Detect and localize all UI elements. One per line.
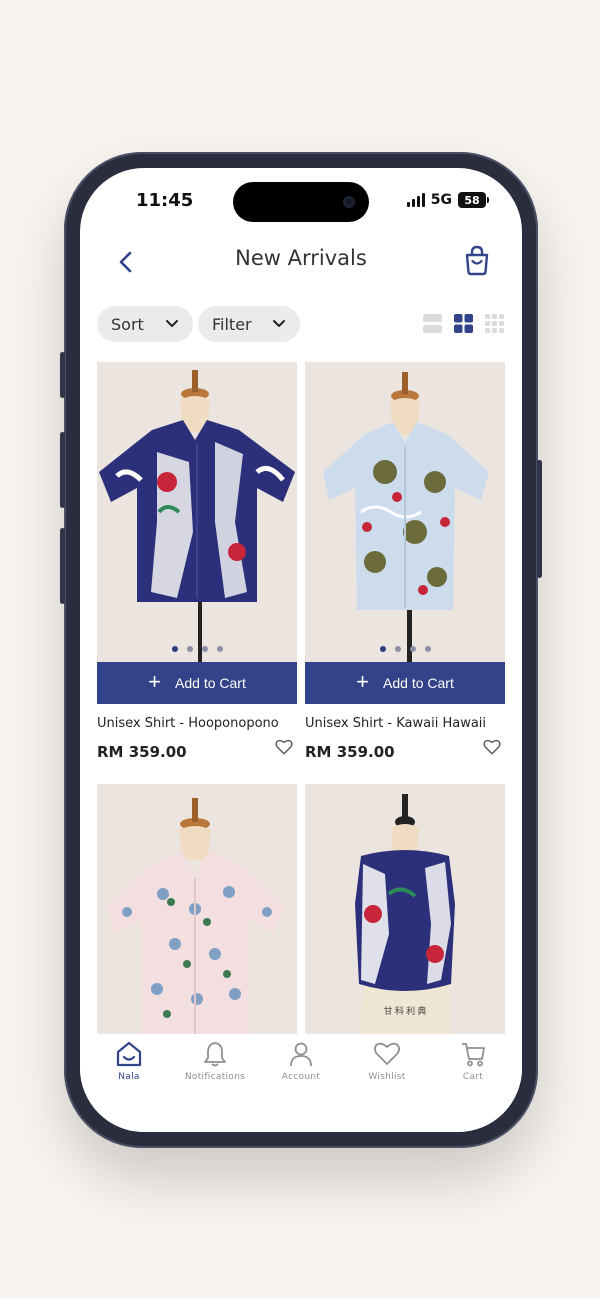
page-dot[interactable] — [409, 646, 416, 652]
grid-3-view-icon[interactable] — [484, 313, 505, 334]
toolbar: Sort Filter — [97, 306, 505, 342]
header: New Arrivals — [80, 244, 522, 284]
shirt-illustration — [323, 372, 489, 662]
svg-text:甘 科 利 典: 甘 科 利 典 — [384, 1005, 427, 1016]
page-dot[interactable] — [424, 646, 431, 652]
product-image[interactable] — [305, 362, 505, 662]
tab-account[interactable]: Account — [261, 1034, 341, 1082]
tab-label: Notifications — [184, 1072, 246, 1082]
page-dot[interactable] — [394, 646, 401, 652]
volume-down-button — [60, 528, 65, 604]
add-to-cart-button[interactable]: + Add to Cart — [305, 662, 505, 704]
page-dot[interactable] — [216, 646, 223, 652]
tab-label: Cart — [462, 1072, 484, 1082]
add-to-cart-label: Add to Cart — [383, 675, 454, 691]
home-icon — [116, 1041, 142, 1067]
bottom-tab-bar: Nala Notifications Account Wishlist Cart — [80, 1034, 522, 1132]
user-icon — [290, 1042, 312, 1067]
list-view-icon[interactable] — [422, 313, 443, 334]
power-button — [537, 460, 542, 578]
add-to-cart-button[interactable]: + Add to Cart — [97, 662, 297, 704]
volume-up-button — [60, 432, 65, 508]
cart-icon — [462, 1043, 485, 1067]
app-screen: 11:45 5G 58 New Arrivals Sort Filter + A… — [80, 168, 522, 1132]
signal-icon — [406, 193, 425, 207]
page-dot[interactable] — [171, 646, 178, 652]
add-to-cart-label: Add to Cart — [175, 675, 246, 691]
page-title: New Arrivals — [235, 246, 367, 270]
tab-label: Wishlist — [368, 1072, 406, 1082]
tab-label: Account — [281, 1072, 321, 1082]
product-card[interactable]: + Add to Cart Unisex Shirt - Kawaii Hawa… — [305, 362, 505, 761]
chevron-down-icon — [273, 320, 285, 327]
shopping-bag-icon — [465, 245, 489, 276]
network-label: 5G — [430, 192, 452, 208]
product-name[interactable]: Unisex Shirt - Hooponopono — [97, 716, 297, 731]
dynamic-island — [233, 182, 369, 222]
product-price: RM 359.00 — [305, 743, 395, 761]
page-dot[interactable] — [201, 646, 208, 652]
plus-icon: + — [356, 669, 370, 694]
page-dot[interactable] — [379, 646, 386, 652]
heart-icon — [373, 1042, 401, 1065]
filter-label: Filter — [212, 314, 252, 334]
tab-notifications[interactable]: Notifications — [175, 1034, 255, 1082]
shirt-illustration — [99, 370, 295, 662]
tab-cart[interactable]: Cart — [433, 1034, 513, 1082]
view-toggle — [422, 313, 505, 334]
chevron-down-icon — [166, 320, 178, 327]
shopping-bag-button[interactable] — [462, 244, 492, 276]
product-image[interactable] — [97, 362, 297, 662]
wishlist-heart-icon[interactable] — [275, 738, 293, 756]
image-pagination[interactable] — [305, 646, 505, 652]
sort-button[interactable]: Sort — [97, 306, 193, 342]
image-pagination[interactable] — [97, 646, 297, 652]
plus-icon: + — [148, 669, 162, 694]
page-dot[interactable] — [186, 646, 193, 652]
product-price: RM 359.00 — [97, 743, 187, 761]
grid-2-view-icon[interactable] — [453, 313, 474, 334]
tab-home[interactable]: Nala — [89, 1034, 169, 1082]
product-card[interactable]: + Add to Cart Unisex Shirt - Hooponopono… — [97, 362, 297, 761]
tab-label: Nala — [118, 1072, 140, 1082]
status-indicators: 5G 58 — [406, 192, 489, 208]
wishlist-heart-icon[interactable] — [483, 738, 501, 756]
tab-wishlist[interactable]: Wishlist — [347, 1034, 427, 1082]
camera-icon — [343, 196, 355, 208]
battery-icon: 58 — [458, 192, 489, 208]
action-button — [60, 352, 65, 398]
bell-icon — [204, 1042, 226, 1067]
filter-button[interactable]: Filter — [198, 306, 300, 342]
status-time: 11:45 — [136, 190, 194, 211]
product-name[interactable]: Unisex Shirt - Kawaii Hawaii — [305, 716, 505, 731]
sort-label: Sort — [111, 314, 144, 334]
